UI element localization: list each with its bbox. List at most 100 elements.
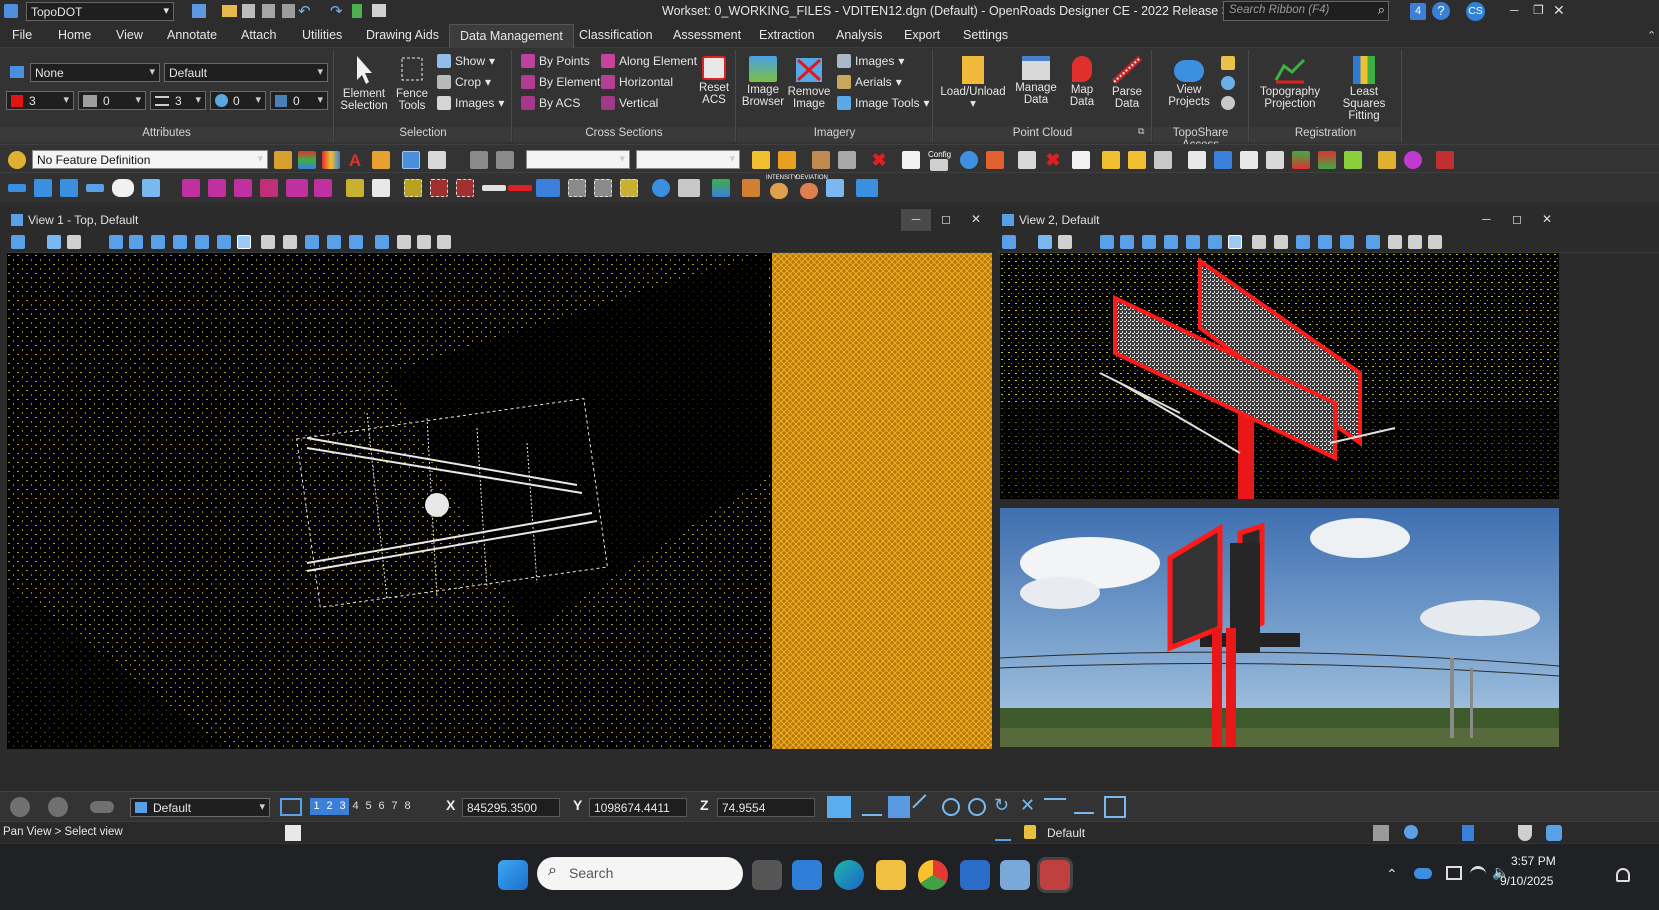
clip-mask-icon[interactable] [397,235,411,249]
priority-combo[interactable]: 0 [270,91,328,110]
imagery-images-button[interactable]: Images ▾ [837,54,904,68]
toolbar-combo-2[interactable] [636,150,740,169]
tab-view[interactable]: View [116,28,143,42]
view-2-close-icon[interactable]: ✕ [1542,212,1552,226]
config-icon[interactable] [930,159,948,171]
color-combo[interactable]: 3 [6,91,74,110]
help-icon[interactable]: ? [1432,2,1450,20]
horizontal-button[interactable]: Horizontal [601,75,673,89]
zoom-in-icon[interactable] [129,235,143,249]
load-unload-button[interactable]: Load/Unload ▾ [938,56,1008,110]
vertical-button[interactable]: Vertical [601,96,658,110]
view-2-zoom-out-icon[interactable] [1142,235,1156,249]
erase-line-2-icon[interactable] [508,185,532,191]
ribbon-collapse-icon[interactable]: ⌃ [1647,29,1656,42]
restore-icon[interactable]: ❐ [1533,3,1544,17]
street-photo-view[interactable] [1000,508,1559,747]
view-2-maximize-icon[interactable]: ◻ [1512,212,1522,226]
weight-combo[interactable]: 0 [78,91,146,110]
view-groups-icon[interactable] [280,798,302,816]
deviation-label[interactable]: DEVIATION [796,175,828,181]
document-pin-icon[interactable] [1072,151,1090,169]
config-label[interactable]: Config [928,150,951,159]
envelope-icon[interactable] [902,151,920,169]
search-view-icon[interactable] [417,235,431,249]
breakline-icon[interactable] [182,179,200,197]
view-2-copy-icon[interactable] [1318,235,1332,249]
tab-export[interactable]: Export [904,28,940,42]
key-in-icon[interactable] [352,4,362,18]
view-settings-icon[interactable] [67,235,81,249]
show-button[interactable]: Show ▾ [437,54,495,68]
view-2-walk-icon[interactable] [1252,235,1266,249]
print-icon[interactable] [372,4,386,17]
view-2-settings-icon[interactable] [1058,235,1072,249]
tab-home[interactable]: Home [58,28,91,42]
shield-icon[interactable] [1518,825,1532,841]
breakline-4-icon[interactable] [260,179,278,197]
text-a-icon[interactable]: A [346,151,364,170]
task-view-icon[interactable] [752,860,782,890]
layer-stack-icon[interactable] [298,151,316,169]
level-combo[interactable]: None [30,63,160,82]
package-icon[interactable] [812,151,830,169]
tab-data-management[interactable]: Data Management [449,24,574,48]
clock-date[interactable]: 9/10/2025 [1500,874,1553,888]
parse-data-button[interactable]: Parse Data [1106,56,1148,110]
view-next-icon[interactable] [305,235,319,249]
clip-volume-icon[interactable] [349,235,363,249]
view-2-search-icon[interactable] [1408,235,1422,249]
person-run-icon[interactable] [986,151,1004,169]
least-squares-button[interactable]: Least Squares Fitting [1330,56,1398,122]
along-element-button[interactable]: Along Element [601,54,697,68]
snap-origin-icon[interactable] [968,798,986,816]
snap-parallel-icon[interactable] [1074,798,1094,814]
breakline-3-icon[interactable] [234,179,252,197]
view-toggle-7[interactable]: 7 [388,798,401,815]
snap-tangent-icon[interactable]: ↻ [994,795,1009,816]
fence-tools-button[interactable]: Fence Tools [393,54,431,112]
snap-nearest-icon[interactable] [862,798,882,816]
view-group-combo[interactable]: Default [130,798,270,817]
grid-lines-icon[interactable] [536,179,560,197]
show-hidden-icons-icon[interactable]: ⌃ [1386,866,1398,883]
by-element-button[interactable]: By Element [521,75,600,89]
view-2-render-icon[interactable] [1428,235,1442,249]
aerials-button[interactable]: Aerials ▾ [837,75,902,89]
snap-bisector-icon[interactable] [1104,796,1126,818]
view-2-attributes-icon[interactable] [1002,235,1016,249]
copy-view-icon[interactable] [327,235,341,249]
rotate-view-icon[interactable] [217,235,231,249]
undo-icon[interactable]: ↶ [298,2,311,20]
view-2-camera-icon[interactable] [1366,235,1380,249]
map-data-button[interactable]: Map Data [1062,56,1102,108]
top-view-point-cloud[interactable] [7,253,992,749]
toposhare-settings-icon[interactable] [1221,96,1235,110]
view-2-scrollbar[interactable] [1560,253,1659,749]
intensity-icon[interactable] [770,183,788,199]
dots-select-3-icon[interactable] [620,179,638,197]
render-icon[interactable] [437,235,451,249]
view-1-maximize-icon[interactable]: ◻ [941,212,951,226]
clock-time[interactable]: 3:57 PM [1511,854,1556,868]
feature-picker-icon[interactable] [274,151,292,169]
view-attributes-icon[interactable] [11,235,25,249]
view-2-fit-icon[interactable] [1186,235,1200,249]
saved-view-icon[interactable] [90,801,114,813]
view-2-mask-icon[interactable] [1388,235,1402,249]
walk-icon[interactable] [261,235,275,249]
measure-distance-icon[interactable] [86,184,104,192]
view-previous-icon[interactable] [283,235,297,249]
user-avatar[interactable]: CS [1466,2,1485,21]
feature-gear-icon[interactable] [8,151,26,169]
dots-box-2-icon[interactable] [430,179,448,197]
message-center-icon[interactable] [285,825,301,841]
dots-box-3-icon[interactable] [456,179,474,197]
wifi-icon[interactable] [1470,866,1486,880]
3d-point-cloud-view[interactable] [1000,253,1559,499]
view-2-rotate-icon[interactable] [1208,235,1222,249]
camera-icon[interactable] [375,235,389,249]
view-toggle-6[interactable]: 6 [375,798,388,815]
open-folder-icon[interactable] [222,5,237,17]
view-2-update-icon[interactable] [1100,235,1114,249]
